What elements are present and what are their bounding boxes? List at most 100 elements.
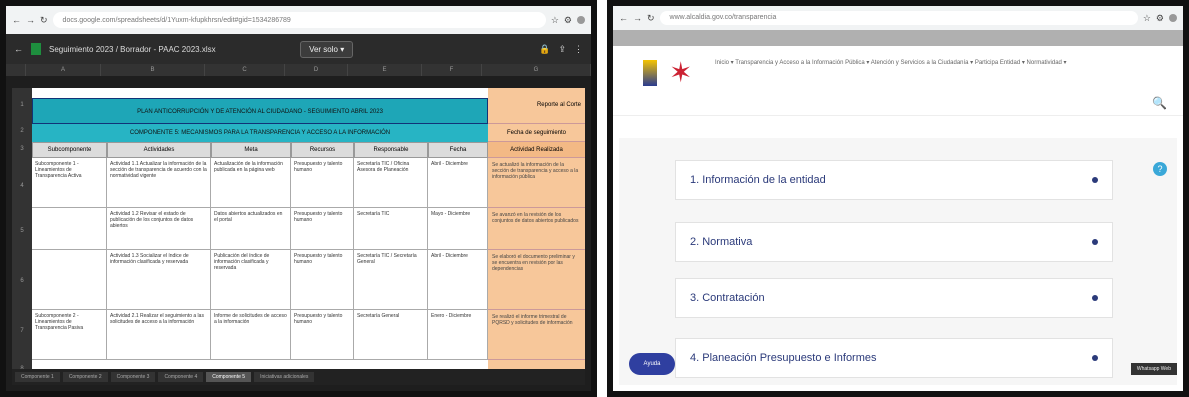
sheet-tab[interactable]: Componente 2 <box>62 372 108 382</box>
sheet-grid[interactable]: 1 2 3 4 5 6 7 8 PLAN ANTICORRUPCIÓN Y DE… <box>12 88 585 369</box>
cell-subcomponent[interactable] <box>32 250 107 309</box>
cell-resources[interactable]: Presupuesto y talento humano <box>291 250 354 309</box>
header-cell[interactable]: Fecha <box>428 142 488 158</box>
table-row[interactable]: Actividad 1.3 Socializar el índice de in… <box>32 250 488 310</box>
header-cell[interactable]: Recursos <box>291 142 354 158</box>
report-cell[interactable]: Se elaboró el documento preliminar y se … <box>488 250 585 310</box>
report-header[interactable]: Actividad Realizada <box>488 142 585 158</box>
sheet-tab-active[interactable]: Componente 5 <box>206 372 252 382</box>
accordion-item[interactable]: 1. Información de la entidad <box>675 160 1113 200</box>
address-bar[interactable]: docs.google.com/spreadsheets/d/1Yuxm-kfu… <box>52 12 546 28</box>
cell-subcomponent[interactable]: Subcomponente 2 - Lineamientos de Transp… <box>32 310 107 359</box>
cell-responsible[interactable]: Secretaría General <box>354 310 428 359</box>
accordion-item[interactable]: 4. Planeación Presupuesto e Informes <box>675 338 1113 378</box>
spreadsheet-window: ← → ↻ docs.google.com/spreadsheets/d/1Yu… <box>0 0 597 397</box>
sheet-title: Seguimiento 2023 / Borrador - PAAC 2023.… <box>49 44 216 54</box>
expand-icon[interactable] <box>1092 355 1098 361</box>
cell-activity[interactable]: Actividad 2.1 Realizar el seguimiento a … <box>107 310 211 359</box>
report-cell[interactable]: Se realizó el informe trimestral de PQRS… <box>488 310 585 360</box>
back-icon[interactable]: ← <box>619 13 628 23</box>
cell-responsible[interactable]: Secretaría TIC <box>354 208 428 249</box>
col-c[interactable]: C <box>205 64 285 76</box>
help-icon[interactable]: ? <box>1153 162 1167 176</box>
header-cell[interactable]: Meta <box>211 142 291 158</box>
back-icon[interactable]: ← <box>12 15 21 25</box>
col-e[interactable]: E <box>348 64 422 76</box>
cell-goal[interactable]: Actualización de la información publicad… <box>211 158 291 207</box>
row-num[interactable]: 2 <box>12 128 32 134</box>
report-cell[interactable]: Se avanzó en la revisión de los conjunto… <box>488 208 585 250</box>
row-num[interactable]: 3 <box>12 146 32 152</box>
cell-date[interactable]: Abril - Diciembre <box>428 158 488 207</box>
cell-resources[interactable]: Presupuesto y talento humano <box>291 158 354 207</box>
cell-resources[interactable]: Presupuesto y talento humano <box>291 310 354 359</box>
cell-responsible[interactable]: Secretaría TIC / Oficina Asesora de Plan… <box>354 158 428 207</box>
row-num[interactable]: 6 <box>12 278 32 284</box>
reload-icon[interactable]: ↻ <box>40 15 48 26</box>
cell-responsible[interactable]: Secretaría TIC / Secretaría General <box>354 250 428 309</box>
expand-icon[interactable] <box>1092 177 1098 183</box>
cell-activity[interactable]: Actividad 1.2 Revisar el estado de publi… <box>107 208 211 249</box>
col-a[interactable]: A <box>26 64 101 76</box>
sheet-tab[interactable]: Componente 1 <box>15 372 60 382</box>
cell-date[interactable]: Abril - Diciembre <box>428 250 488 309</box>
cell-goal[interactable]: Publicación del índice de información cl… <box>211 250 291 309</box>
address-bar[interactable]: www.alcaldia.gov.co/transparencia <box>659 11 1138 25</box>
cell-resources[interactable]: Presupuesto y talento humano <box>291 208 354 249</box>
back-arrow-icon[interactable]: ← <box>14 44 23 54</box>
accordion-label: 1. Información de la entidad <box>690 174 826 186</box>
component-banner[interactable]: COMPONENTE 5: MECANISMOS PARA LA TRANSPA… <box>32 124 488 142</box>
cell-subcomponent[interactable] <box>32 208 107 249</box>
view-mode-button[interactable]: Ver solo ▾ <box>300 40 354 58</box>
star-icon[interactable]: ☆ <box>551 15 559 26</box>
main-nav[interactable]: Inicio ▾ Transparencia y Acceso a la Inf… <box>715 56 1075 70</box>
report-subtitle[interactable]: Fecha de seguimiento <box>488 124 585 142</box>
accordion-item[interactable]: 3. Contratación <box>675 278 1113 318</box>
table-row[interactable]: Subcomponente 2 - Lineamientos de Transp… <box>32 310 488 360</box>
cell-goal[interactable]: Informe de solicitudes de acceso a la in… <box>211 310 291 359</box>
extensions-icon[interactable]: ⚙ <box>564 15 572 26</box>
row-num[interactable]: 1 <box>12 102 32 108</box>
expand-icon[interactable] <box>1092 239 1098 245</box>
star-icon[interactable]: ☆ <box>1143 13 1151 24</box>
forward-icon[interactable]: → <box>633 13 642 23</box>
report-cell[interactable]: Se actualizó la información de la secció… <box>488 158 585 208</box>
header-cell[interactable]: Subcomponente <box>32 142 107 158</box>
sheet-tab[interactable]: Iniciativas adicionales <box>254 372 315 382</box>
more-vert-icon[interactable]: ⋮ <box>574 44 583 55</box>
profile-avatar[interactable] <box>577 16 585 24</box>
header-cell[interactable]: Actividades <box>107 142 211 158</box>
plan-title-banner[interactable]: PLAN ANTICORRUPCIÓN Y DE ATENCIÓN AL CIU… <box>32 98 488 124</box>
extensions-icon[interactable]: ⚙ <box>1156 13 1164 24</box>
cell-goal[interactable]: Datos abiertos actualizados en el portal <box>211 208 291 249</box>
accordion-item[interactable]: 2. Normativa <box>675 222 1113 262</box>
search-icon[interactable]: 🔍 <box>1152 96 1167 110</box>
lock-icon[interactable]: 🔒 <box>539 44 550 55</box>
table-row[interactable]: Actividad 1.2 Revisar el estado de publi… <box>32 208 488 250</box>
sheet-tab[interactable]: Componente 3 <box>110 372 156 382</box>
help-button[interactable]: Ayuda <box>629 353 675 375</box>
col-d[interactable]: D <box>285 64 348 76</box>
cell-date[interactable]: Mayo - Diciembre <box>428 208 488 249</box>
row-num[interactable]: 4 <box>12 183 32 189</box>
row-num[interactable]: 5 <box>12 228 32 234</box>
forward-icon[interactable]: → <box>26 15 35 25</box>
col-g[interactable]: G <box>482 64 591 76</box>
accordion-area: 1. Información de la entidad 2. Normativ… <box>619 138 1177 385</box>
table-row[interactable]: Subcomponente 1 - Lineamientos de Transp… <box>32 158 488 208</box>
col-b[interactable]: B <box>101 64 205 76</box>
sheet-tab[interactable]: Componente 4 <box>158 372 204 382</box>
accordion-label: 3. Contratación <box>690 292 765 304</box>
share-icon[interactable]: ⇪ <box>558 44 566 55</box>
cell-activity[interactable]: Actividad 1.3 Socializar el índice de in… <box>107 250 211 309</box>
cell-subcomponent[interactable]: Subcomponente 1 - Lineamientos de Transp… <box>32 158 107 207</box>
cell-activity[interactable]: Actividad 1.1 Actualizar la información … <box>107 158 211 207</box>
cell-date[interactable]: Enero - Diciembre <box>428 310 488 359</box>
profile-avatar[interactable] <box>1169 14 1177 22</box>
reload-icon[interactable]: ↻ <box>647 13 655 24</box>
row-num[interactable]: 7 <box>12 328 32 334</box>
col-f[interactable]: F <box>422 64 482 76</box>
expand-icon[interactable] <box>1092 295 1098 301</box>
report-title[interactable]: Reporte al Corte <box>488 88 585 124</box>
header-cell[interactable]: Responsable <box>354 142 428 158</box>
